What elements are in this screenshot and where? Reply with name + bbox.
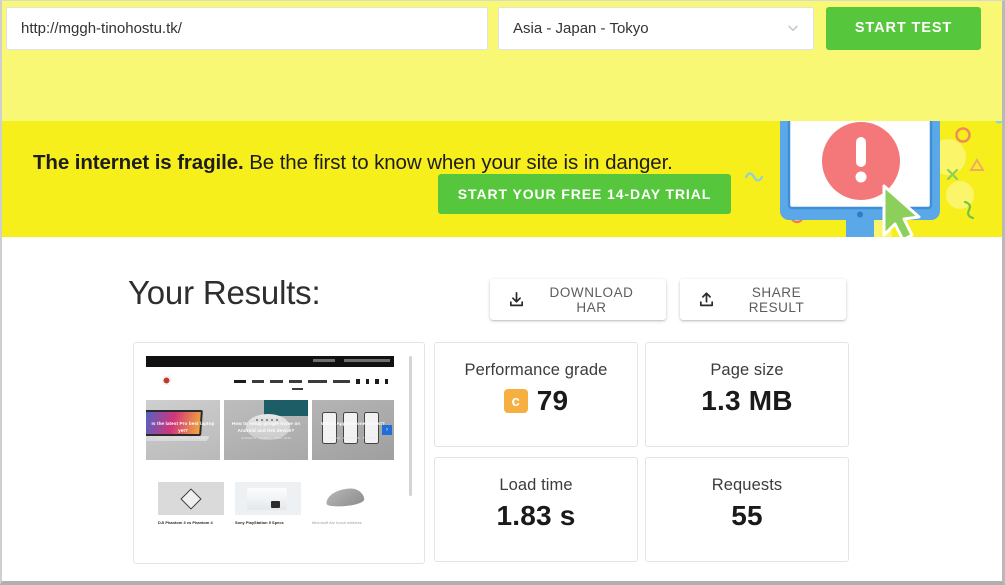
preview-hero-row: Is the latest Pro best laptop yet? LAPTO… bbox=[146, 400, 394, 460]
promo-headline: The internet is fragile. Be the first to… bbox=[33, 151, 673, 175]
preview-card-3-caption: Microsoft Arc touch wireless bbox=[312, 520, 362, 525]
preview-card-1: DJI Phantom 3 vs Phantom 4 bbox=[158, 482, 224, 525]
page-title: Your Results: bbox=[128, 274, 321, 311]
preview-hero-3-meta: APPLE · FEATURED · PHONES bbox=[330, 436, 376, 440]
preview-card-row: DJI Phantom 3 vs Phantom 4 Sony PlayStat… bbox=[158, 482, 394, 525]
results-header: Your Results: DOWNLOAD HAR SHARE RESULT bbox=[128, 274, 846, 323]
site-screenshot: Is the latest Pro best laptop yet? LAPTO… bbox=[146, 356, 412, 550]
share-result-button[interactable]: SHARE RESULT bbox=[680, 279, 846, 320]
instagram-icon bbox=[384, 379, 388, 384]
metric-value: 79 bbox=[536, 385, 569, 416]
share-result-label: SHARE RESULT bbox=[748, 284, 805, 315]
download-har-button[interactable]: DOWNLOAD HAR bbox=[490, 279, 666, 320]
preview-hero-1-title: Is the latest Pro best laptop yet? bbox=[151, 421, 215, 434]
preview-hero-3: Which Apple phone is best? APPLE · FEATU… bbox=[312, 400, 394, 460]
site-screenshot-card[interactable]: Is the latest Pro best laptop yet? LAPTO… bbox=[133, 342, 425, 564]
download-icon bbox=[509, 292, 524, 307]
metric-label: Performance grade bbox=[464, 361, 608, 379]
metric-value-group: c 79 bbox=[435, 385, 637, 417]
twitter-icon bbox=[365, 379, 369, 384]
promo-banner: The internet is fragile. Be the first to… bbox=[2, 121, 1002, 237]
preview-hero-2-title: How to setup google home on Android and … bbox=[231, 421, 301, 434]
linkedin-icon bbox=[375, 379, 379, 384]
metric-value: 1.83 s bbox=[496, 500, 576, 531]
preview-hero-1-meta: LAPTOP · FEATURED · APRIL 2019 bbox=[157, 436, 209, 440]
preview-card-2: Sony PlayStation 5 Specs bbox=[235, 482, 301, 525]
upload-icon bbox=[699, 292, 714, 307]
preview-navbar bbox=[146, 367, 394, 396]
metric-card-requests: Requests 55 bbox=[645, 457, 849, 562]
broken-website-illustration bbox=[744, 121, 1002, 237]
preview-logo-icon bbox=[162, 376, 171, 385]
preview-card-2-caption: Sony PlayStation 5 Specs bbox=[235, 520, 284, 525]
metric-value: 55 bbox=[731, 500, 763, 531]
preview-card-3: Microsoft Arc touch wireless bbox=[312, 482, 378, 525]
preview-hero-1: Is the latest Pro best laptop yet? LAPTO… bbox=[146, 400, 220, 460]
grade-badge: c bbox=[503, 389, 528, 413]
preview-next-arrow-icon: › bbox=[382, 425, 392, 435]
metric-label: Requests bbox=[711, 476, 783, 494]
chevron-down-icon bbox=[788, 25, 798, 31]
region-select[interactable]: Asia - Japan - Tokyo bbox=[498, 6, 814, 50]
metric-card-performance-grade: Performance grade c 79 bbox=[434, 342, 638, 447]
free-trial-button[interactable]: START YOUR FREE 14-DAY TRIAL bbox=[438, 174, 731, 214]
facebook-icon bbox=[356, 379, 360, 384]
search-toolbar: Asia - Japan - Tokyo START TEST bbox=[2, 1, 1002, 121]
preview-card-1-caption: DJI Phantom 3 vs Phantom 4 bbox=[158, 520, 213, 525]
preview-hero-3-title: Which Apple phone is best? bbox=[321, 421, 385, 426]
start-test-button[interactable]: START TEST bbox=[826, 6, 981, 50]
speed-test-page: Asia - Japan - Tokyo START TEST The inte… bbox=[0, 0, 1005, 585]
metric-label: Page size bbox=[710, 361, 784, 379]
metric-card-page-size: Page size 1.3 MB bbox=[645, 342, 849, 447]
region-select-value: Asia - Japan - Tokyo bbox=[513, 19, 649, 37]
download-har-label: DOWNLOAD HAR bbox=[549, 284, 634, 315]
preview-topbar bbox=[146, 356, 394, 367]
preview-hero-2: How to setup google home on Android and … bbox=[224, 400, 308, 460]
results-section: Your Results: DOWNLOAD HAR SHARE RESULT bbox=[2, 237, 1002, 581]
url-input[interactable] bbox=[6, 6, 488, 50]
metric-card-load-time: Load time 1.83 s bbox=[434, 457, 638, 562]
preview-hero-2-meta: GADGETS · HOWTO · APRIL 2019 bbox=[241, 436, 291, 440]
preview-scrollbar bbox=[409, 356, 412, 496]
metric-label: Load time bbox=[499, 476, 573, 494]
metric-value: 1.3 MB bbox=[701, 385, 793, 416]
promo-headline-bold: The internet is fragile. bbox=[33, 151, 244, 174]
promo-headline-rest: Be the first to know when your site is i… bbox=[243, 151, 673, 174]
